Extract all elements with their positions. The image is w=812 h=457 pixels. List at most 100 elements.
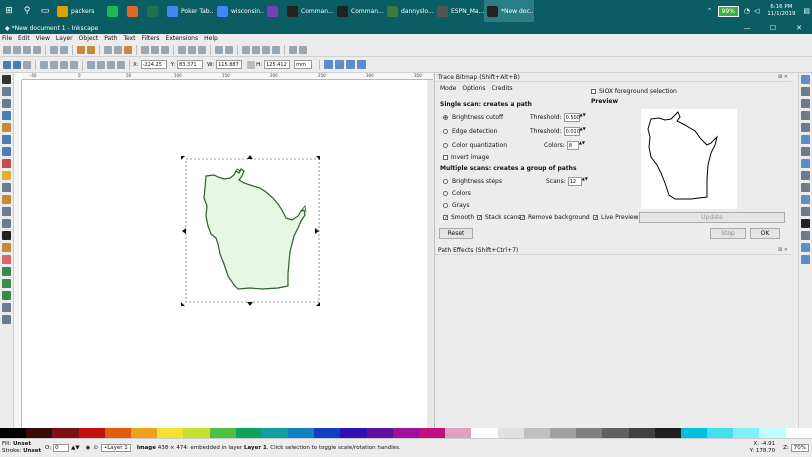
document-properties-icon[interactable] xyxy=(299,45,307,54)
menu-item-extensions[interactable]: Extensions xyxy=(166,35,199,42)
snap-bbox-icon[interactable] xyxy=(801,87,810,96)
lower-icon[interactable] xyxy=(107,60,115,69)
windows-start-button[interactable]: ⊞ xyxy=(0,0,18,22)
snap-center-icon[interactable] xyxy=(801,195,810,204)
taskbar-app[interactable] xyxy=(264,0,284,22)
import-icon[interactable] xyxy=(50,45,58,54)
snap-guide-icon[interactable] xyxy=(801,255,810,264)
transform-patterns-icon[interactable] xyxy=(357,60,367,69)
text-tool-icon[interactable] xyxy=(2,231,11,240)
ok-button[interactable]: OK xyxy=(750,228,780,239)
spin-arrows-icon[interactable]: ▲▼ xyxy=(579,141,585,150)
tab-credits[interactable]: Credits xyxy=(492,85,513,92)
gradient-tool-icon[interactable] xyxy=(2,279,11,288)
spin-arrows-icon[interactable]: ▲▼ xyxy=(580,127,586,136)
paste-icon[interactable] xyxy=(124,45,132,54)
ellipse-tool-icon[interactable] xyxy=(2,159,11,168)
palette-swatch[interactable] xyxy=(235,428,262,438)
menu-item-help[interactable]: Help xyxy=(204,35,218,42)
unlink-clone-icon[interactable] xyxy=(198,45,206,54)
colors-option[interactable]: Colors xyxy=(443,190,471,197)
menu-item-path[interactable]: Path xyxy=(104,35,117,42)
align-distribute-icon[interactable] xyxy=(272,45,280,54)
ungroup-icon[interactable] xyxy=(225,45,233,54)
taskbar-app[interactable]: Comman... xyxy=(284,0,334,22)
deselect-icon[interactable] xyxy=(23,60,31,69)
snap-page-border-icon[interactable] xyxy=(801,231,810,240)
preferences-icon[interactable] xyxy=(289,45,297,54)
eraser-tool-icon[interactable] xyxy=(2,255,11,264)
flip-horizontal-icon[interactable] xyxy=(60,60,68,69)
duplicate-icon[interactable] xyxy=(178,45,186,54)
wisconsin-shape[interactable] xyxy=(203,168,306,290)
reset-button[interactable]: Reset xyxy=(439,228,473,239)
snap-bbox-edge-icon[interactable] xyxy=(801,99,810,108)
stop-button[interactable]: Stop xyxy=(710,228,746,239)
open-icon[interactable] xyxy=(13,45,21,54)
raise-icon[interactable] xyxy=(97,60,105,69)
palette-swatch[interactable] xyxy=(602,428,629,438)
save-icon[interactable] xyxy=(23,45,31,54)
palette-swatch[interactable] xyxy=(654,428,681,438)
connector-tool-icon[interactable] xyxy=(2,315,11,324)
palette-swatch[interactable] xyxy=(314,428,341,438)
live-preview-option[interactable]: ✓ Live Preview xyxy=(593,214,639,221)
palette-swatch[interactable] xyxy=(628,428,655,438)
rotate-ccw-icon[interactable] xyxy=(40,60,48,69)
taskbar-app[interactable] xyxy=(144,0,164,22)
scale-corners-icon[interactable] xyxy=(335,60,345,69)
taskbar-app[interactable]: ESPN_Ma... xyxy=(434,0,484,22)
menu-item-view[interactable]: View xyxy=(36,35,50,42)
clone-icon[interactable] xyxy=(188,45,196,54)
palette-swatch[interactable] xyxy=(785,428,812,438)
h-input[interactable]: 125.412 xyxy=(264,60,291,69)
snap-nodes-icon[interactable] xyxy=(801,135,810,144)
menu-item-layer[interactable]: Layer xyxy=(56,35,73,42)
pen-tool-icon[interactable] xyxy=(2,207,11,216)
palette-swatch[interactable] xyxy=(680,428,708,438)
handle-top-left[interactable] xyxy=(181,156,185,160)
palette-swatch[interactable] xyxy=(523,428,550,438)
lower-to-bottom-icon[interactable] xyxy=(117,60,125,69)
palette-swatch[interactable] xyxy=(497,428,524,438)
update-button[interactable]: Update xyxy=(639,212,785,223)
hide-layer-icon[interactable]: ◉ xyxy=(86,445,91,451)
close-button[interactable]: ✕ xyxy=(786,24,812,32)
maximize-button[interactable]: ☐ xyxy=(760,24,786,32)
taskbar-app[interactable]: packers xyxy=(54,0,104,22)
lock-layer-icon[interactable]: ⊙ xyxy=(93,445,98,451)
scans-input[interactable]: 12 xyxy=(567,177,582,186)
snap-midpoint-icon[interactable] xyxy=(801,183,810,192)
canvas-vertical-scrollbar[interactable] xyxy=(427,80,433,428)
calligraphy-tool-icon[interactable] xyxy=(2,219,11,228)
zoom-page-icon[interactable] xyxy=(161,45,169,54)
text-font-icon[interactable] xyxy=(252,45,260,54)
spiral-tool-icon[interactable] xyxy=(2,183,11,192)
select-all-icon[interactable] xyxy=(3,60,11,69)
smooth-option[interactable]: ✓ Smooth xyxy=(443,214,474,221)
node-tool-icon[interactable] xyxy=(2,87,11,96)
xml-editor-icon[interactable] xyxy=(262,45,270,54)
taskbar-app[interactable] xyxy=(104,0,124,22)
pencil-tool-icon[interactable] xyxy=(2,195,11,204)
redo-icon[interactable] xyxy=(87,45,95,54)
handle-top-right[interactable] xyxy=(316,156,320,160)
snap-cusp-icon[interactable] xyxy=(801,159,810,168)
palette-swatch[interactable] xyxy=(130,428,158,438)
taskbar-app[interactable]: Poker Tab... xyxy=(164,0,214,22)
drawing-canvas[interactable] xyxy=(22,80,433,428)
zoom-drawing-icon[interactable] xyxy=(151,45,159,54)
battery-indicator[interactable]: 99% xyxy=(717,5,739,17)
palette-swatch[interactable] xyxy=(183,428,210,438)
palette-swatch[interactable] xyxy=(0,428,27,438)
panel-close-icon[interactable]: ⊠ ✕ xyxy=(778,247,788,253)
stack-scans-option[interactable]: ✓ Stack scans xyxy=(477,214,521,221)
export-icon[interactable] xyxy=(60,45,68,54)
selector-tool-icon[interactable] xyxy=(2,75,11,84)
flip-vertical-icon[interactable] xyxy=(70,60,78,69)
remove-background-option[interactable]: ✓ Remove background xyxy=(520,214,590,221)
tray-overflow-icon[interactable]: ⌃ xyxy=(705,7,715,15)
rotate-cw-icon[interactable] xyxy=(50,60,58,69)
paint-bucket-tool-icon[interactable] xyxy=(2,267,11,276)
color-quantization-option[interactable]: Color quantization xyxy=(443,142,507,149)
